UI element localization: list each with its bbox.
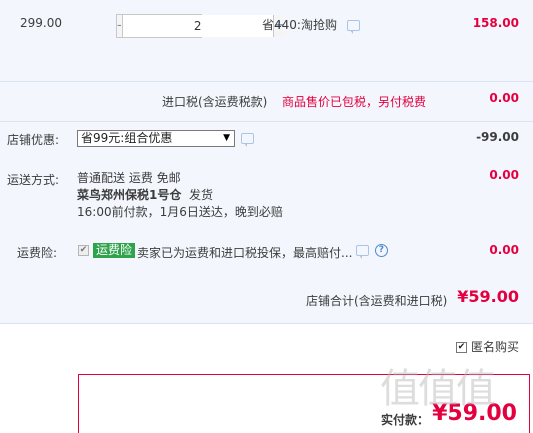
warehouse-name: 菜鸟郑州保税1号仓 xyxy=(77,188,182,202)
shop-discount-selected: 省99元:组合优惠 xyxy=(81,131,173,145)
shipping-label: 运送方式: xyxy=(7,173,60,187)
dispatch-text: 发货 xyxy=(189,188,214,202)
tax-label: 进口税(含运费税款) xyxy=(162,95,268,109)
insurance-icons: ? xyxy=(356,243,388,259)
shop-subtotal-label: 店铺合计(含运费和进口税) xyxy=(306,294,448,308)
shop-discount-select[interactable]: 省99元:组合优惠 ▼ xyxy=(77,130,235,147)
chat-icon[interactable] xyxy=(356,245,369,259)
chat-icon[interactable] xyxy=(346,20,360,34)
insurance-badge: 运费险 xyxy=(93,243,136,258)
tax-note: 商品售价已包税，另付税费 xyxy=(282,95,427,109)
anonymous-checkbox[interactable]: ✔ xyxy=(455,342,467,353)
anonymous-label: 匿名购买 xyxy=(470,340,519,354)
shipping-method: 普通配送 运费 免邮 xyxy=(77,171,181,185)
import-tax-row: 进口税(含运费税款) 商品售价已包税，另付税费 0.00 xyxy=(0,82,533,122)
shipping-eta: 16:00前付款，1月6日送达，晚到必赔 xyxy=(77,205,283,219)
insurance-label: 运费险: xyxy=(17,246,58,260)
anonymous-purchase[interactable]: ✔ 匿名购买 xyxy=(455,338,519,355)
promotion-label: 省440:淘抢购 xyxy=(262,18,337,32)
unit-price: 299.00 xyxy=(20,16,62,30)
dropdown-arrow-icon: ▼ xyxy=(223,133,230,143)
order-item-row: 299.00 - + 省440:淘抢购 158.00 xyxy=(0,0,533,82)
shop-subtotal-value: ¥59.00 xyxy=(457,287,519,306)
quantity-stepper[interactable]: - + xyxy=(116,14,285,38)
shop-discount-label: 店铺优惠: xyxy=(7,133,60,147)
promotion-info: 省440:淘抢购 xyxy=(262,16,360,34)
shipping-value: 0.00 xyxy=(489,168,519,182)
watermark-logo: 值值值 xyxy=(380,366,496,412)
quantity-input[interactable] xyxy=(122,15,273,37)
tax-value: 0.00 xyxy=(489,91,519,105)
shipping-warehouse-line: 菜鸟郑州保税1号仓 发货 xyxy=(77,187,283,204)
help-icon[interactable]: ? xyxy=(374,244,388,257)
insurance-description: 卖家已为运费和进口税投保，最高赔付... xyxy=(137,246,353,260)
shop-options-section: 店铺优惠: 省99元:组合优惠 ▼ -99.00 运送方式: 普通配送 运费 免… xyxy=(0,122,533,324)
chat-icon[interactable] xyxy=(241,133,254,147)
insurance-value: 0.00 xyxy=(489,243,519,257)
item-total: 158.00 xyxy=(472,16,519,30)
shipping-details: 普通配送 运费 免邮 菜鸟郑州保税1号仓 发货 16:00前付款，1月6日送达，… xyxy=(77,170,283,221)
shop-discount-value: -99.00 xyxy=(476,130,519,144)
insurance-checkbox[interactable]: ✔ xyxy=(78,245,89,256)
